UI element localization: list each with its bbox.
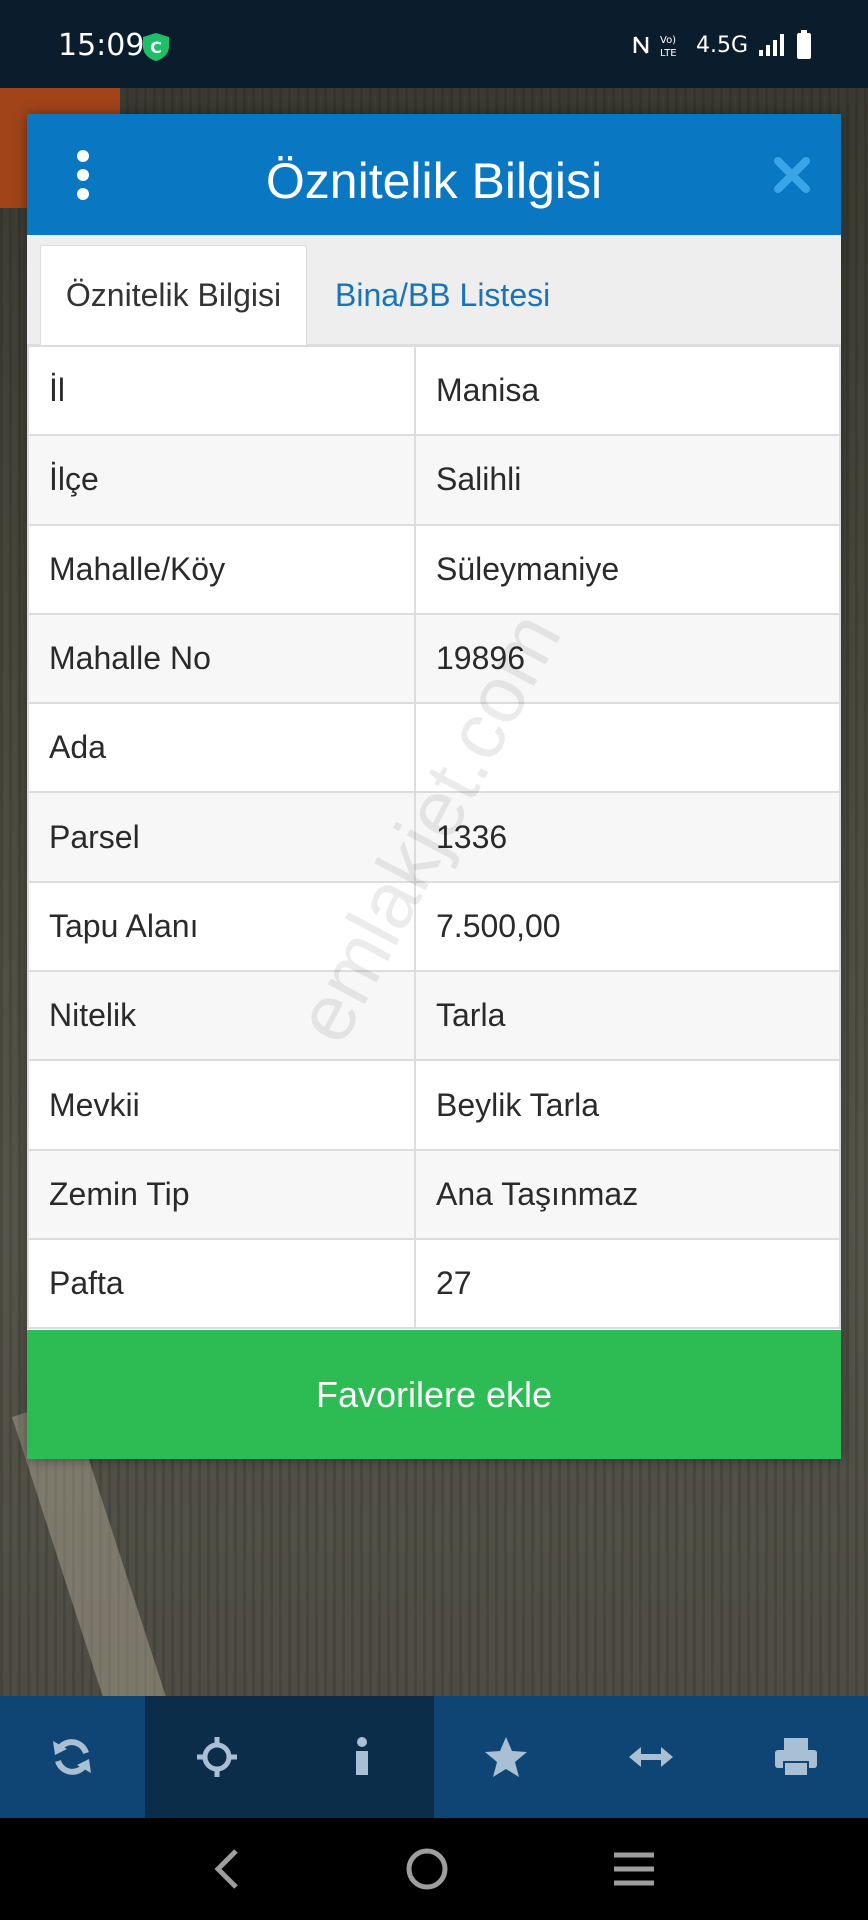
refresh-icon [53, 1739, 92, 1775]
volte-icon: Vo) LTE [660, 35, 677, 58]
status-time: 15:09 [58, 28, 145, 63]
battery-icon [797, 30, 811, 59]
table-row: Mevkii Beylik Tarla [27, 1059, 841, 1151]
attribute-dialog: Öznitelik Bilgisi Öznitelik Bilgisi Bina… [27, 114, 841, 1459]
tab-attribute-info[interactable]: Öznitelik Bilgisi [40, 245, 307, 345]
refresh-button[interactable] [0, 1696, 145, 1818]
attribute-key: Mevkii [27, 1059, 416, 1151]
table-row: İl Manisa [27, 344, 841, 437]
nfc-icon [633, 36, 649, 54]
attribute-value [414, 702, 841, 794]
table-row: Nitelik Tarla [27, 970, 841, 1062]
table-row: Zemin Tip Ana Taşınmaz [27, 1148, 841, 1240]
info-icon [355, 1737, 368, 1775]
tab-bar: Öznitelik Bilgisi Bina/BB Listesi [27, 235, 841, 345]
attribute-value: 1336 [414, 791, 841, 883]
attribute-key: İl [27, 344, 416, 437]
attribute-key: Tapu Alanı [27, 880, 416, 973]
attribute-value: 19896 [414, 612, 841, 705]
measure-icon [629, 1747, 674, 1767]
table-row: Pafta 27 [27, 1237, 841, 1330]
system-navbar [0, 1818, 868, 1920]
attribute-key: Zemin Tip [27, 1148, 416, 1240]
attribute-value: Beylik Tarla [414, 1059, 841, 1151]
svg-text:C: C [150, 38, 162, 57]
table-row: Ada [27, 702, 841, 794]
shield-icon: C [143, 33, 169, 61]
locate-icon [197, 1737, 237, 1777]
measure-button[interactable] [579, 1696, 724, 1818]
add-favorite-button[interactable]: Favorilere ekle [27, 1330, 841, 1459]
table-row: Tapu Alanı 7.500,00 [27, 880, 841, 973]
svg-text:LTE: LTE [660, 48, 677, 58]
info-button[interactable] [289, 1696, 435, 1818]
attribute-value: 7.500,00 [414, 880, 841, 973]
star-icon [485, 1737, 528, 1777]
attribute-value: 27 [414, 1237, 841, 1330]
svg-text:Vo): Vo) [660, 35, 676, 46]
close-icon[interactable] [773, 156, 811, 194]
table-row: Parsel 1336 [27, 791, 841, 883]
home-icon[interactable] [405, 1847, 449, 1891]
print-button[interactable] [723, 1696, 868, 1818]
table-row: İlçe Salihli [27, 434, 841, 526]
attribute-value: Tarla [414, 970, 841, 1062]
attribute-table: İl Manisa İlçe Salihli Mahalle/Köy Süleymaniy… [27, 344, 841, 1330]
attribute-key: Mahalle No [27, 612, 416, 705]
table-row: Mahalle No 19896 [27, 612, 841, 705]
attribute-value: Salihli [414, 434, 841, 526]
attribute-key: Mahalle/Köy [27, 523, 416, 615]
locate-button[interactable] [144, 1696, 290, 1818]
recents-icon[interactable] [612, 1851, 656, 1887]
print-icon [774, 1738, 817, 1777]
back-icon[interactable] [212, 1847, 242, 1891]
dialog-title: Öznitelik Bilgisi [265, 153, 603, 209]
network-type: 4.5G [695, 32, 748, 58]
attribute-value: Süleymaniye [414, 523, 841, 615]
attribute-key: Nitelik [27, 970, 416, 1062]
status-icons: Vo) LTE 4.5G [632, 30, 812, 60]
attribute-key: Pafta [27, 1237, 416, 1330]
attribute-value: Manisa [414, 344, 841, 437]
table-row: Mahalle/Köy Süleymaniye [27, 523, 841, 615]
attribute-key: Parsel [27, 791, 416, 883]
attribute-value: Ana Taşınmaz [414, 1148, 841, 1240]
attribute-key: Ada [27, 702, 416, 794]
bottom-toolbar [0, 1696, 868, 1818]
attribute-key: İlçe [27, 434, 416, 526]
tab-building-list[interactable]: Bina/BB Listesi [335, 245, 550, 345]
favorites-button[interactable] [434, 1696, 579, 1818]
dialog-header: Öznitelik Bilgisi [27, 114, 841, 235]
status-bar: 15:09 C Vo) LTE 4.5G [0, 0, 868, 88]
signal-icon [759, 34, 784, 56]
